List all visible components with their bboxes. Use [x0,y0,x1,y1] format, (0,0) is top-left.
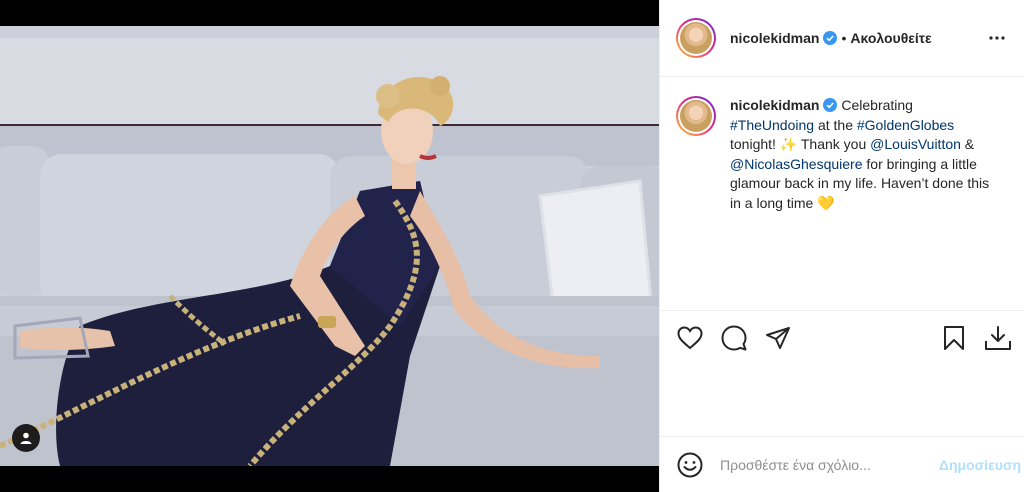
bookmark-icon [944,326,964,350]
post-sidebar: nicolekidman • Ακολουθείτε nicolekidman … [659,0,1024,492]
separator-dot: • [841,30,847,46]
photo-illustration [0,26,659,466]
caption-segment: at the [814,116,857,133]
post-comment-button[interactable]: Δημοσίευση [939,457,1021,473]
verified-badge-icon [823,31,838,45]
caption-segment: tonight! ✨ Thank you [730,136,871,152]
download-icon [985,326,1011,350]
comment-input[interactable] [720,456,910,473]
emoji-button[interactable] [676,451,704,479]
hashtag-link[interactable]: #GoldenGlobes [857,117,954,133]
like-button[interactable] [676,324,704,352]
heart-icon [677,326,703,350]
following-button[interactable]: Ακολουθείτε [850,30,931,46]
caption-username[interactable]: nicolekidman [730,97,819,113]
post-modal: nicolekidman • Ακολουθείτε nicolekidman … [0,0,1024,492]
media-panel [0,0,659,492]
caption: nicolekidman Celebrating #TheUndoing at … [676,96,1016,213]
mention-link[interactable]: @NicolasGhesquiere [730,156,863,172]
caption-verified-badge-icon [823,98,838,112]
comment-icon [721,325,747,351]
comment-bar: Δημοσίευση [660,436,1024,492]
post-header: nicolekidman • Ακολουθείτε [660,0,1024,77]
more-options-button[interactable] [985,28,1009,48]
share-button[interactable] [764,324,792,352]
save-button[interactable] [940,324,968,352]
header-username[interactable]: nicolekidman [730,30,819,46]
mention-link[interactable]: @LouisVuitton [870,136,961,152]
user-tag-icon [20,432,32,444]
avatar[interactable] [676,18,716,58]
caption-segment: & [960,136,975,152]
post-photo[interactable] [0,26,659,466]
comment-button[interactable] [720,324,748,352]
download-button[interactable] [984,324,1012,352]
send-icon [766,327,790,349]
user-tag-button[interactable] [12,424,40,452]
emoji-icon [677,452,703,477]
more-options-icon [989,36,1005,40]
caption-avatar[interactable] [676,96,716,136]
caption-text: nicolekidman Celebrating #TheUndoing at … [730,96,1000,213]
action-bar [660,310,1024,364]
caption-segment: Celebrating [837,97,913,113]
hashtag-link[interactable]: #TheUndoing [730,117,814,133]
